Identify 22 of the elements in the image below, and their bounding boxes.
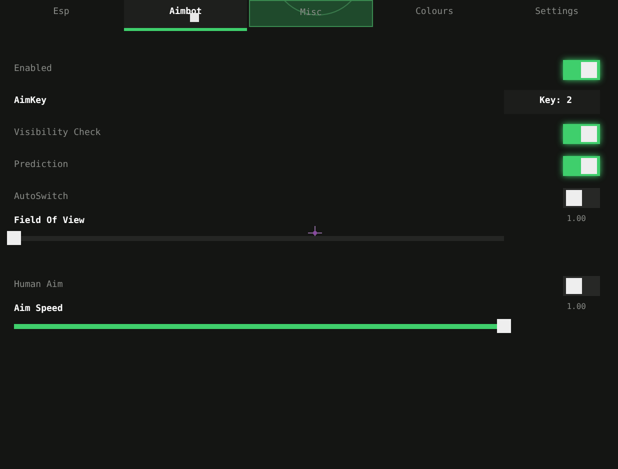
setting-label: AutoSwitch [14,191,68,204]
toggle-switch[interactable] [563,188,600,208]
tab[interactable]: Colours [373,0,496,31]
setting-label: Aim Speed [14,303,63,316]
setting-label: AimKey [14,95,47,108]
setting-label: Visibility Check [14,127,101,140]
setting-label: Field Of View [14,215,84,228]
toggle-switch[interactable] [563,60,600,80]
tab[interactable]: Misc [248,0,374,27]
setting-label: Enabled [14,63,52,76]
tab[interactable]: Aimbot [124,0,247,31]
toggle-switch[interactable] [563,124,600,144]
setting-label: Prediction [14,159,68,172]
tab[interactable]: Esp [0,0,122,31]
setting-label: Human Aim [14,279,63,292]
toggle-switch[interactable] [563,156,600,176]
key-bind-button[interactable]: Key: 2 [504,90,600,114]
tab[interactable]: Settings [496,0,618,31]
slider-value: 1.00 [566,301,587,313]
toggle-switch[interactable] [563,276,600,296]
slider-value: 1.00 [566,213,587,225]
cursor-icon [190,13,199,22]
